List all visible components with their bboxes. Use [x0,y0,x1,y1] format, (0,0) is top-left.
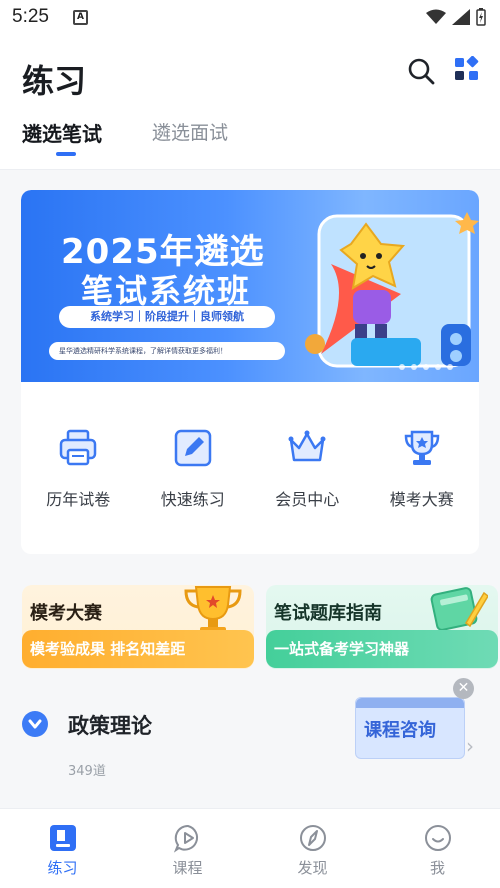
tab-interview[interactable]: 遴选面试 [152,118,228,145]
printer-icon [60,429,97,466]
consult-label: 课程咨询 [364,720,436,741]
nav-label: 我 [429,859,445,877]
nav-label: 课程 [172,859,203,877]
banner-pagination [399,364,453,370]
chevron-down-icon [28,719,42,729]
promo-banner[interactable]: 2025年遴选 笔试系统班 系统学习｜阶段提升｜良师领航 星华遴选精研科学系统课… [21,190,479,382]
search-icon [408,58,435,85]
crown-icon [288,430,326,462]
battery-icon [476,8,486,26]
promo-card-mock-contest[interactable]: 模考大赛 模考验成果 排名知差距 [22,585,254,669]
section-expand-toggle[interactable] [22,711,48,737]
quick-links: 历年试卷 快速练习 会员中心 模考大赛 [21,428,479,518]
category-grid-button[interactable] [454,55,480,82]
compass-icon [299,825,326,851]
quick-link-quick-practice[interactable]: 快速练习 [136,428,251,518]
consult-widget-header [356,698,464,708]
section-question-count: 349道 [68,764,106,779]
promo-subtitle: 一站式备考学习神器 [266,630,498,668]
search-button[interactable] [406,56,436,86]
book-pen-icon [430,587,488,631]
mascot-illustration [305,212,479,368]
nav-item-me[interactable]: 我 [375,809,500,888]
banner-dot [423,364,429,370]
banner-dot [399,364,405,370]
grid-icon [455,55,479,80]
banner-dot [447,364,453,370]
quick-link-label: 会员中心 [275,490,340,509]
trophy-icon [404,430,440,465]
status-bar: 5:25 A [0,0,500,34]
banner-tagline: 系统学习｜阶段提升｜良师领航 [59,306,275,328]
quick-link-mock-contest[interactable]: 模考大赛 [365,428,480,518]
quick-link-label: 快速练习 [160,490,225,509]
signal-icon [452,9,470,25]
course-consult-widget[interactable]: 课程咨询 [355,697,465,759]
status-time: 5:25 [12,6,49,27]
quick-link-label: 模考大赛 [389,490,454,509]
header-divider [0,169,500,170]
banner-note: 星华遴选精研科学系统课程，了解详情获取更多福利！ [49,342,285,360]
smile-icon [424,825,451,851]
nav-item-courses[interactable]: 课程 [125,809,250,888]
notification-a-icon: A [72,9,88,25]
promo-title: 笔试题库指南 [274,603,382,624]
close-icon[interactable]: ✕ [453,678,474,699]
section-title[interactable]: 政策理论 [68,710,152,740]
page-title: 练习 [22,62,87,100]
nav-label: 发现 [297,859,328,877]
quick-link-member-center[interactable]: 会员中心 [250,428,365,518]
banner-dot [435,364,441,370]
gold-trophy-icon [184,586,242,634]
status-icons [426,8,486,26]
edit-icon [174,429,211,467]
play-icon [173,824,198,853]
nav-item-practice[interactable]: 练习 [0,809,125,888]
quick-link-past-papers[interactable]: 历年试卷 [21,428,136,518]
tab-written-exam[interactable]: 遴选笔试 [22,118,102,147]
nav-item-discover[interactable]: 发现 [250,809,375,888]
banner-dot [411,364,417,370]
header: 练习 遴选笔试 遴选面试 [0,34,500,170]
promo-title: 模考大赛 [30,603,102,624]
bottom-nav: 练习 课程 发现 我 [0,808,500,888]
wifi-icon [426,9,446,24]
main-card: 2025年遴选 笔试系统班 系统学习｜阶段提升｜良师领航 星华遴选精研科学系统课… [21,190,479,554]
promo-subtitle: 模考验成果 排名知差距 [22,630,254,668]
nav-label: 练习 [47,859,78,877]
promo-card-question-bank[interactable]: 笔试题库指南 一站式备考学习神器 [266,585,498,669]
practice-icon [49,825,76,851]
active-tab-indicator [56,152,76,156]
chevron-right-icon[interactable]: › [466,734,474,758]
quick-link-label: 历年试卷 [46,490,111,509]
